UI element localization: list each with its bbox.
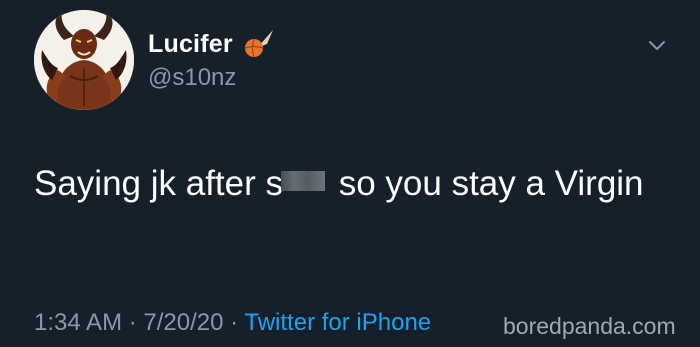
chevron-down-icon[interactable] [643,32,671,60]
tweet-metadata: 1:34 AM · 7/20/20 · Twitter for iPhone [34,309,431,337]
user-name-row: Lucifer [148,28,275,60]
tweet-text-part2: so you stay a Virgin [329,164,644,203]
tweet-time[interactable]: 1:34 AM [34,309,122,336]
meta-separator: · [128,309,137,336]
avatar-devil-image [34,10,134,110]
tweet-source-link[interactable]: Twitter for iPhone [244,309,431,336]
tweet-text: Saying jk after s so you stay a Virgin [34,160,654,208]
watermark: boredpanda.com [503,313,676,339]
tweet-date[interactable]: 7/20/20 [143,309,223,336]
user-handle[interactable]: @s10nz [148,64,236,92]
censor-blur [281,171,325,191]
meta-separator: · [230,309,239,336]
avatar[interactable] [34,10,134,110]
basketball-comet-icon [243,28,275,60]
tweet-card: Lucifer @s10nz Saying jk after s so you … [0,0,700,347]
display-name[interactable]: Lucifer [148,30,233,59]
tweet-text-part1: Saying jk after s [34,164,283,203]
